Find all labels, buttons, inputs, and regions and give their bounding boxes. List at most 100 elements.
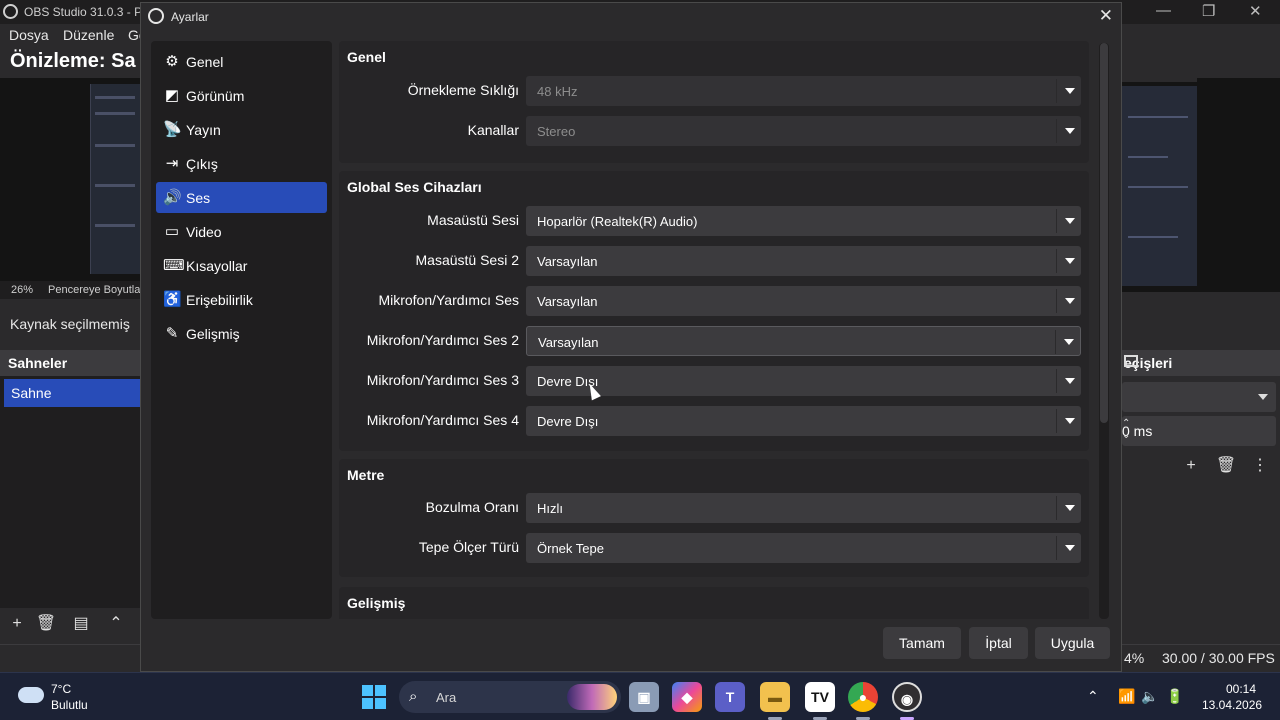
source-status: Kaynak seçilmemiş xyxy=(10,316,130,332)
filter-icon[interactable]: ▤ xyxy=(70,613,92,635)
taskbar-search[interactable]: ⌕ Ara xyxy=(399,681,621,713)
channels-select[interactable]: Stereo xyxy=(526,116,1081,146)
mic-aux-select[interactable]: Varsayılan xyxy=(526,286,1081,316)
move-up-icon[interactable]: ⌃ xyxy=(105,613,127,635)
obs-icon[interactable]: ◉ xyxy=(892,682,922,712)
scrollbar-thumb[interactable] xyxy=(1100,43,1108,423)
settings-content: Genel Örnekleme Sıklığı 48 kHz Kanallar … xyxy=(339,41,1091,619)
close-icon[interactable]: ✕ xyxy=(1249,2,1262,20)
chevron-down-icon xyxy=(1065,418,1075,424)
scenes-toolbar: + 🗑 ▤ ⌃ xyxy=(0,608,140,638)
dialog-title: Ayarlar xyxy=(171,10,209,24)
combo-value: Devre Dışı xyxy=(537,414,599,429)
file-explorer-icon[interactable]: ▣ xyxy=(629,682,659,712)
tradingview-icon[interactable]: TV xyxy=(805,682,835,712)
add-scene-icon[interactable]: + xyxy=(6,613,28,635)
scenes-dock-header: Sahneler xyxy=(0,350,140,376)
windows-start-icon[interactable] xyxy=(362,685,386,709)
spinner-icon[interactable]: ⌃ ⌄ xyxy=(1122,418,1270,442)
sample-rate-select[interactable]: 48 kHz xyxy=(526,76,1081,106)
mic-aux-3-select[interactable]: Devre Dışı xyxy=(526,366,1081,396)
mic-aux-2-select[interactable]: Varsayılan xyxy=(526,326,1081,356)
desktop-audio-2-select[interactable]: Varsayılan xyxy=(526,246,1081,276)
group-advanced: Gelişmiş xyxy=(339,587,1089,619)
delete-transition-icon[interactable]: 🗑 xyxy=(1215,455,1237,477)
group-title: Metre xyxy=(347,467,385,483)
chevron-down-icon xyxy=(1065,218,1075,224)
nav-item-general[interactable]: ⚙ Genel xyxy=(156,46,327,77)
program-thumbnail xyxy=(1122,82,1197,292)
chevron-down-icon xyxy=(1065,128,1075,134)
decay-rate-select[interactable]: Hızlı xyxy=(526,493,1081,523)
copilot-icon[interactable]: ◆ xyxy=(672,682,702,712)
nav-item-audio[interactable]: 🔊 Ses xyxy=(156,182,327,213)
taskbar: 7°C Bulutlu ⌕ Ara ▣ ◆ T ▬ TV ● ◉ ⌃ 📶 🔈 🔋… xyxy=(0,672,1280,720)
minimize-icon[interactable]: — xyxy=(1156,2,1171,19)
combo-value: Hoparlör (Realtek(R) Audio) xyxy=(537,214,698,229)
scene-item[interactable]: Sahne xyxy=(4,379,140,407)
combo-separator xyxy=(1055,330,1056,354)
nav-item-output[interactable]: ⇥ Çıkış xyxy=(156,148,327,179)
settings-dialog: Ayarlar ✕ ⚙ Genel ◩ Görünüm 📡 Yayın ⇥ Çı… xyxy=(140,2,1122,672)
obs-window-title: OBS Studio 31.0.3 - Pr xyxy=(24,5,147,19)
preview-statusbar: 26% Pencereye Boyutla xyxy=(0,281,140,299)
transitions-dock-header: eçişleri xyxy=(1122,350,1280,376)
nav-item-accessibility[interactable]: ♿ Erişebilirlik xyxy=(156,284,327,315)
transition-duration[interactable]: 0 ms ⌃ ⌄ xyxy=(1122,416,1276,446)
nav-item-hotkeys[interactable]: ⌨ Kısayollar xyxy=(156,250,327,281)
menu-file[interactable]: Dosya xyxy=(9,27,49,43)
nav-item-appearance[interactable]: ◩ Görünüm xyxy=(156,80,327,111)
nav-item-advanced[interactable]: ✎ Gelişmiş xyxy=(156,318,327,349)
cancel-button[interactable]: İptal xyxy=(969,627,1028,659)
scene-item-label: Sahne xyxy=(11,385,52,401)
channels-label: Kanallar xyxy=(467,122,519,138)
ok-button[interactable]: Tamam xyxy=(883,627,961,659)
scenes-title: Sahneler xyxy=(8,355,68,371)
settings-scrollbar[interactable] xyxy=(1099,43,1109,619)
preview-strip xyxy=(95,112,135,115)
more-options-icon[interactable]: ⋮ xyxy=(1249,455,1271,477)
combo-separator xyxy=(1056,496,1057,520)
menu-edit[interactable]: Düzenle xyxy=(63,27,114,43)
folder-icon[interactable]: ▬ xyxy=(760,682,790,712)
clock-date[interactable]: 13.04.2026 xyxy=(1202,698,1262,712)
speaker-icon: 🔊 xyxy=(163,189,182,206)
clock-time[interactable]: 00:14 xyxy=(1226,682,1256,696)
desktop-audio-select[interactable]: Hoparlör (Realtek(R) Audio) xyxy=(526,206,1081,236)
obs-logo-icon xyxy=(148,8,164,24)
weather-temperature[interactable]: 7°C xyxy=(51,682,71,696)
broadcast-icon: 📡 xyxy=(163,121,182,138)
chevron-up-icon[interactable]: ⌃ xyxy=(1087,688,1099,705)
weather-description[interactable]: Bulutlu xyxy=(51,698,88,712)
peak-meter-select[interactable]: Örnek Tepe xyxy=(526,533,1081,563)
transition-select[interactable] xyxy=(1122,382,1276,412)
battery-icon[interactable]: 🔋 xyxy=(1166,688,1183,705)
preview-strip xyxy=(95,96,135,99)
fit-to-window[interactable]: Pencereye Boyutla xyxy=(48,284,140,296)
maximize-icon[interactable]: ❐ xyxy=(1202,2,1215,20)
add-transition-icon[interactable]: + xyxy=(1180,455,1202,477)
chevron-down-icon xyxy=(1065,298,1075,304)
cloud-icon[interactable] xyxy=(18,687,44,703)
close-icon[interactable]: ✕ xyxy=(1099,6,1113,26)
decay-rate-label: Bozulma Oranı xyxy=(425,499,519,515)
program-line xyxy=(1128,236,1178,238)
combo-value: Varsayılan xyxy=(537,294,598,309)
teams-icon[interactable]: T xyxy=(715,682,745,712)
chrome-icon[interactable]: ● xyxy=(848,682,878,712)
nav-item-video[interactable]: ▭ Video xyxy=(156,216,327,247)
chevron-down-icon xyxy=(1065,505,1075,511)
chevron-down-icon xyxy=(1065,378,1075,384)
volume-icon[interactable]: 🔈 xyxy=(1141,688,1158,705)
nav-item-label: Ses xyxy=(186,190,211,206)
nav-item-stream[interactable]: 📡 Yayın xyxy=(156,114,327,145)
delete-scene-icon[interactable]: 🗑 xyxy=(35,613,57,635)
undock-icon[interactable] xyxy=(1124,355,1138,367)
apply-button[interactable]: Uygula xyxy=(1035,627,1110,659)
program-line xyxy=(1128,116,1188,118)
mic-aux-4-select[interactable]: Devre Dışı xyxy=(526,406,1081,436)
group-global-audio: Global Ses Cihazları Masaüstü Sesi Hopar… xyxy=(339,171,1089,451)
wifi-icon[interactable]: 📶 xyxy=(1118,688,1135,705)
mic-aux-label: Mikrofon/Yardımcı Ses xyxy=(378,292,519,308)
preview-thumbnail xyxy=(90,84,140,274)
